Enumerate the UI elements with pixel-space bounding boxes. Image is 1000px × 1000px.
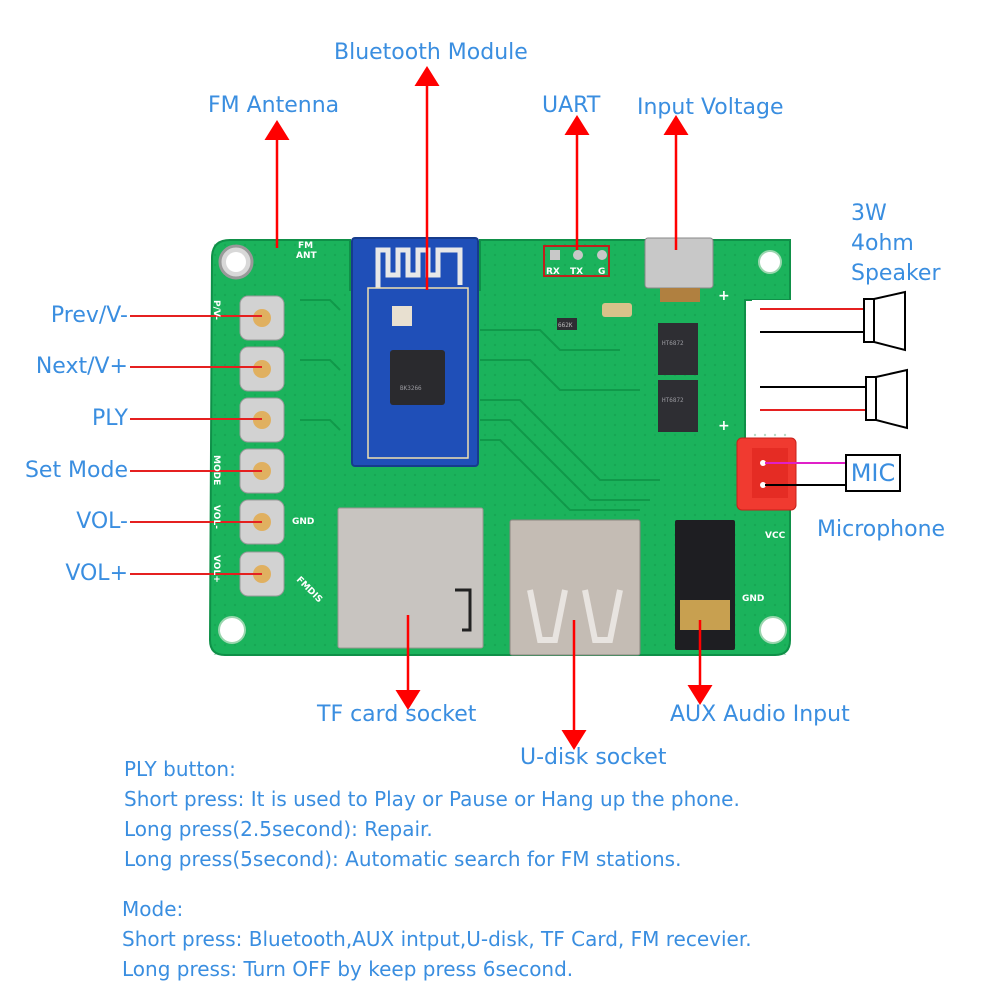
- label-aux-audio-input: AUX Audio Input: [670, 702, 850, 727]
- label-bluetooth-module: Bluetooth Module: [334, 40, 528, 65]
- note-ply-long-5: Long press(5second): Automatic search fo…: [124, 847, 682, 871]
- silk-tx: TX: [570, 267, 583, 277]
- silk-plus: +: [718, 288, 730, 304]
- label-mic: MIC: [850, 459, 896, 487]
- aux-jack: [675, 520, 735, 650]
- bluetooth-module: [351, 237, 479, 467]
- silk-vol-minus: VOL-: [211, 505, 221, 529]
- note-mode-short: Short press: Bluetooth,AUX intput,U-disk…: [122, 927, 752, 951]
- label-speaker: Speaker: [851, 261, 941, 286]
- label-input-voltage: Input Voltage: [637, 95, 784, 120]
- ldo-label: 662K: [558, 322, 573, 329]
- amp-chip-label: HT6872: [662, 340, 684, 347]
- amp-chip-label: HT6872: [662, 397, 684, 404]
- silk-pv: P/V-: [211, 300, 221, 320]
- label-speaker-impedance: 4ohm: [851, 231, 914, 256]
- silk-g: G: [598, 267, 605, 277]
- mic-box: MIC: [845, 454, 901, 492]
- silk-vol-plus: VOL+: [211, 555, 221, 583]
- note-mode-long: Long press: Turn OFF by keep press 6seco…: [122, 957, 574, 981]
- note-ply-long-2-5: Long press(2.5second): Repair.: [124, 817, 433, 841]
- label-set-mode: Set Mode: [24, 458, 128, 483]
- mounting-hole: [758, 250, 782, 274]
- note-mode-title: Mode:: [122, 897, 184, 921]
- label-ply: PLY: [91, 406, 128, 431]
- label-speaker-power: 3W: [851, 201, 887, 226]
- mounting-hole: [759, 616, 787, 644]
- label-u-disk-socket: U-disk socket: [520, 745, 667, 770]
- bt-chip-label: BK3266: [400, 385, 422, 392]
- label-next: Next/V+: [35, 354, 128, 379]
- silk-ant: ANT: [296, 251, 317, 261]
- label-vol-minus: VOL-: [76, 509, 128, 534]
- silk-fm: FM: [298, 241, 313, 251]
- label-fm-antenna: FM Antenna: [208, 93, 340, 118]
- silk-mode: MODE: [211, 455, 221, 485]
- speaker-icon: [875, 368, 908, 430]
- mounting-hole: [218, 616, 246, 644]
- button-prev[interactable]: [239, 295, 285, 341]
- label-prev: Prev/V-: [50, 303, 128, 328]
- bt-chip: [390, 350, 445, 405]
- amp-chip: [658, 380, 698, 432]
- tf-card-socket: [337, 507, 484, 649]
- label-vol-plus: VOL+: [65, 561, 128, 586]
- speaker-icon: [873, 290, 906, 352]
- label-uart: UART: [542, 93, 601, 118]
- silk-plus: +: [718, 418, 730, 434]
- silk-rx: RX: [546, 267, 560, 277]
- label-tf-card-socket: TF card socket: [317, 702, 477, 727]
- mic-connector: [736, 437, 847, 511]
- silk-gnd-left: GND: [292, 517, 314, 527]
- button-next[interactable]: [239, 346, 285, 392]
- note-ply-short: Short press: It is used to Play or Pause…: [124, 787, 740, 811]
- silk-gnd-right: GND: [742, 594, 764, 604]
- label-microphone: Microphone: [817, 517, 946, 542]
- note-ply-title: PLY button:: [124, 757, 236, 781]
- silk-vcc: VCC: [765, 531, 786, 541]
- amp-chip: [658, 323, 698, 375]
